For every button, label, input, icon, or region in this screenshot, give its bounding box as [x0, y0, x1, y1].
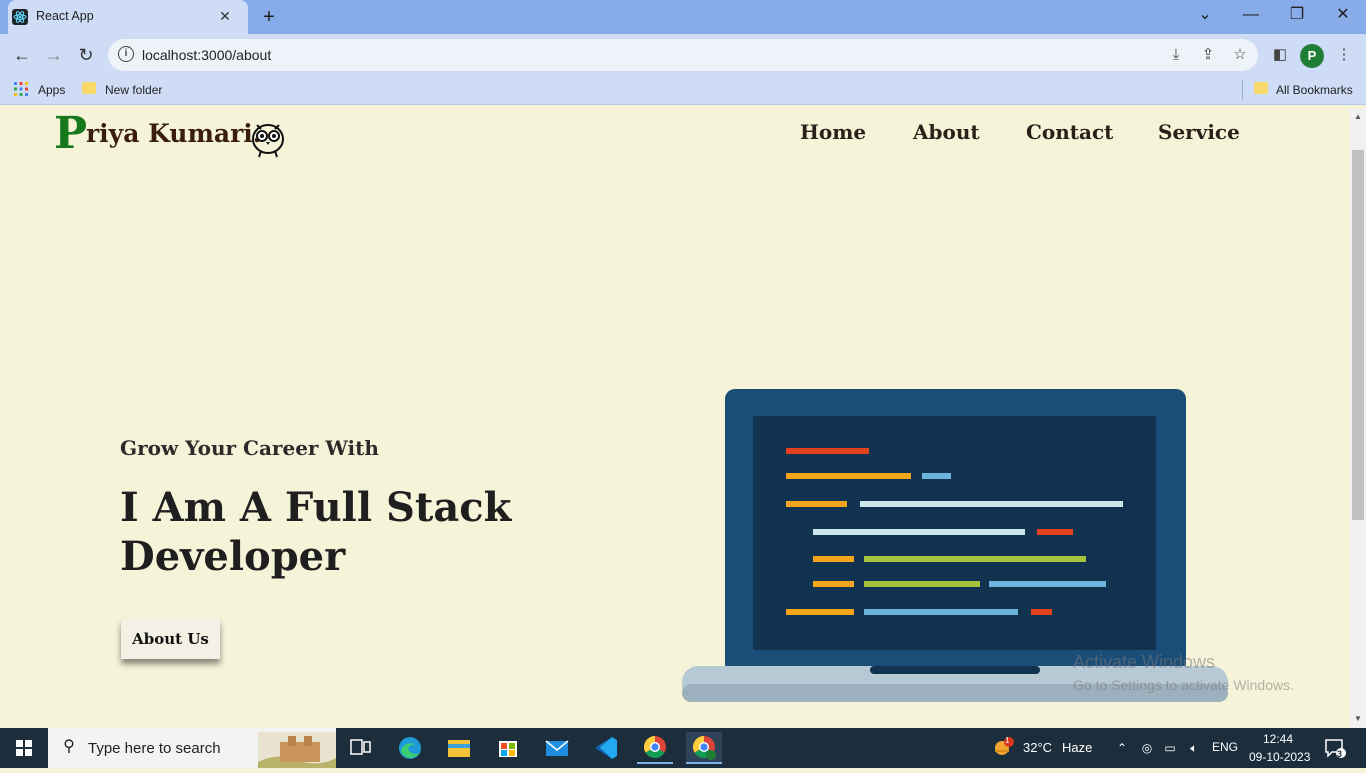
taskbar-search-placeholder[interactable]: Type here to search: [88, 740, 221, 757]
reload-button[interactable]: ↻: [73, 42, 99, 68]
side-panel-icon[interactable]: ◧: [1270, 45, 1290, 65]
bookmark-new-folder[interactable]: New folder: [105, 83, 162, 97]
restore-button[interactable]: ❐: [1274, 0, 1320, 32]
search-icon: ⚲: [63, 738, 75, 755]
hero-title: I Am A Full Stack Developer: [120, 484, 512, 580]
install-app-icon[interactable]: ⤓: [1166, 45, 1186, 65]
nav-home[interactable]: Home: [800, 120, 866, 144]
weather-badge: 1: [1005, 736, 1010, 745]
network-icon[interactable]: ▭: [1162, 740, 1178, 756]
close-tab-icon[interactable]: ✕: [216, 7, 234, 25]
nav-about[interactable]: About: [913, 120, 980, 144]
activate-windows-watermark: Activate Windows: [1073, 652, 1216, 672]
share-icon[interactable]: ⇪: [1198, 45, 1218, 65]
notification-count: 3: [1337, 749, 1343, 759]
close-window-button[interactable]: ✕: [1320, 0, 1366, 32]
bookmark-apps[interactable]: Apps: [38, 83, 65, 97]
scroll-up-icon[interactable]: ▲: [1352, 111, 1364, 123]
weather-icon[interactable]: [992, 736, 1014, 758]
folder-icon: [82, 82, 96, 94]
about-us-button[interactable]: About Us: [121, 619, 220, 659]
address-bar[interactable]: [108, 39, 1258, 71]
weather-temp[interactable]: 32°C: [1023, 740, 1052, 755]
nav-contact[interactable]: Contact: [1026, 120, 1113, 144]
mail-icon[interactable]: [539, 732, 575, 764]
forward-button[interactable]: →: [41, 42, 67, 68]
bookmark-star-icon[interactable]: ☆: [1230, 45, 1250, 65]
back-button[interactable]: ←: [9, 42, 35, 68]
apps-grid-icon[interactable]: [14, 82, 28, 96]
bookmarks-divider: [1242, 80, 1243, 100]
profile-avatar[interactable]: P: [1300, 44, 1324, 68]
minimize-button[interactable]: —: [1228, 0, 1274, 32]
scroll-down-icon[interactable]: ▼: [1352, 713, 1364, 725]
logo-initial[interactable]: P: [54, 108, 87, 159]
windows-start-icon[interactable]: [0, 728, 48, 768]
new-tab-button[interactable]: +: [258, 6, 280, 28]
clock-date[interactable]: 09-10-2023: [1249, 750, 1310, 764]
notification-center-icon[interactable]: [1324, 738, 1346, 758]
vscode-icon[interactable]: [588, 732, 624, 764]
clock-time[interactable]: 12:44: [1263, 732, 1293, 746]
tab-title: React App: [36, 9, 94, 23]
site-info-icon[interactable]: i: [118, 46, 134, 62]
nav-service[interactable]: Service: [1158, 120, 1240, 144]
menu-icon[interactable]: ⋮: [1334, 45, 1354, 65]
tab-search-icon[interactable]: ⌄: [1182, 0, 1228, 32]
bookmark-all[interactable]: All Bookmarks: [1276, 83, 1353, 97]
url-text[interactable]: localhost:3000/about: [142, 47, 271, 63]
owl-mascot-icon: [249, 117, 287, 159]
scrollbar-thumb[interactable]: [1352, 150, 1364, 520]
react-favicon-icon: [12, 9, 28, 25]
chrome-profile-icon[interactable]: [686, 732, 722, 764]
bookmarks-bar: [0, 76, 1366, 105]
hero-subtitle: Grow Your Career With: [120, 436, 379, 460]
task-view-icon[interactable]: [342, 732, 378, 764]
microsoft-store-icon[interactable]: [490, 732, 526, 764]
language-indicator[interactable]: ENG: [1212, 740, 1238, 754]
chrome-icon[interactable]: [637, 732, 673, 764]
volume-icon[interactable]: 🔈︎: [1186, 740, 1202, 756]
activate-windows-hint: Go to Settings to activate Windows.: [1073, 677, 1294, 693]
search-highlight-illustration: [258, 732, 336, 768]
logo-name[interactable]: riya Kumari.: [86, 119, 261, 148]
meet-now-icon[interactable]: ◎: [1139, 740, 1155, 756]
folder-icon: [1254, 82, 1268, 94]
chevron-up-icon[interactable]: ⌃: [1114, 740, 1130, 756]
file-explorer-icon[interactable]: [441, 732, 477, 764]
edge-browser-icon[interactable]: [392, 732, 428, 764]
weather-condition[interactable]: Haze: [1062, 740, 1092, 755]
